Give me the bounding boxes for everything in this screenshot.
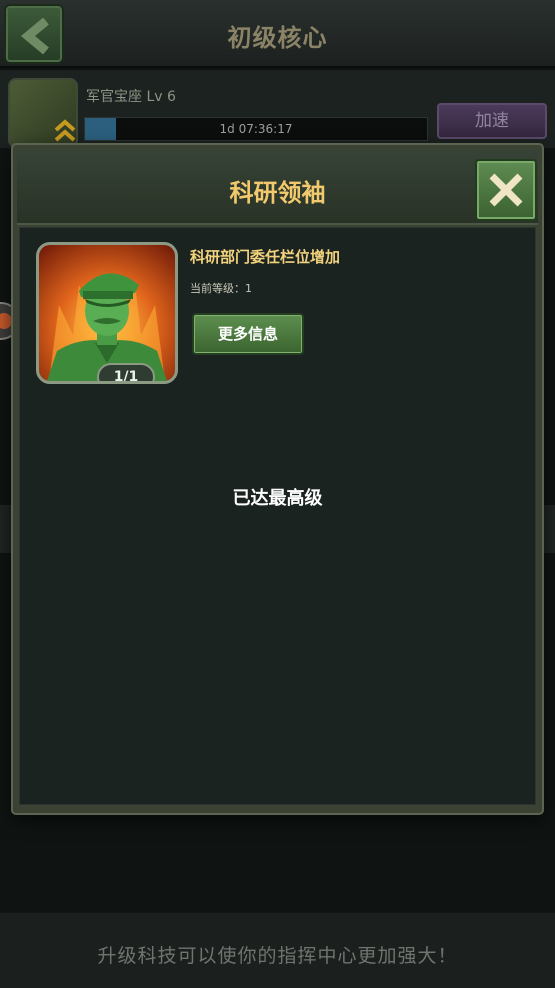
footer-text: 升级科技可以使你的指挥中心更加强大！ [97, 945, 458, 967]
tech-modal: 科研领袖 1/1 科研部门委任栏位增加 当前等级：1 更多信息 已达最高级 [11, 143, 544, 815]
building-name: 军官宝座 Lv 6 [86, 89, 176, 105]
tech-name: 科研部门委任栏位增加 [190, 248, 341, 266]
level-badge: 1/1 [97, 363, 155, 381]
close-x-icon [489, 173, 523, 207]
max-level-text: 已达最高级 [232, 488, 323, 509]
more-info-button[interactable]: 更多信息 [192, 313, 304, 355]
screen-title: 初级核心 [227, 24, 328, 52]
modal-body: 1/1 科研部门委任栏位增加 当前等级：1 更多信息 已达最高级 [19, 227, 536, 805]
building-thumbnail[interactable] [8, 78, 78, 148]
top-bar: 初级核心 [0, 0, 555, 68]
speed-up-button[interactable]: 加速 [437, 103, 547, 139]
current-level: 当前等级：1 [190, 282, 252, 295]
upgrade-timer-bar: 1d 07:36:17 [84, 117, 428, 141]
timer-text: 1d 07:36:17 [219, 122, 293, 136]
close-button[interactable] [475, 159, 537, 221]
footer: 升级科技可以使你的指挥中心更加强大！ [0, 912, 555, 988]
rank-chevron-icon [54, 119, 76, 142]
modal-header: 科研领袖 [17, 149, 538, 225]
army-officer-portrait: 1/1 [36, 242, 178, 384]
modal-title: 科研领袖 [229, 179, 326, 207]
